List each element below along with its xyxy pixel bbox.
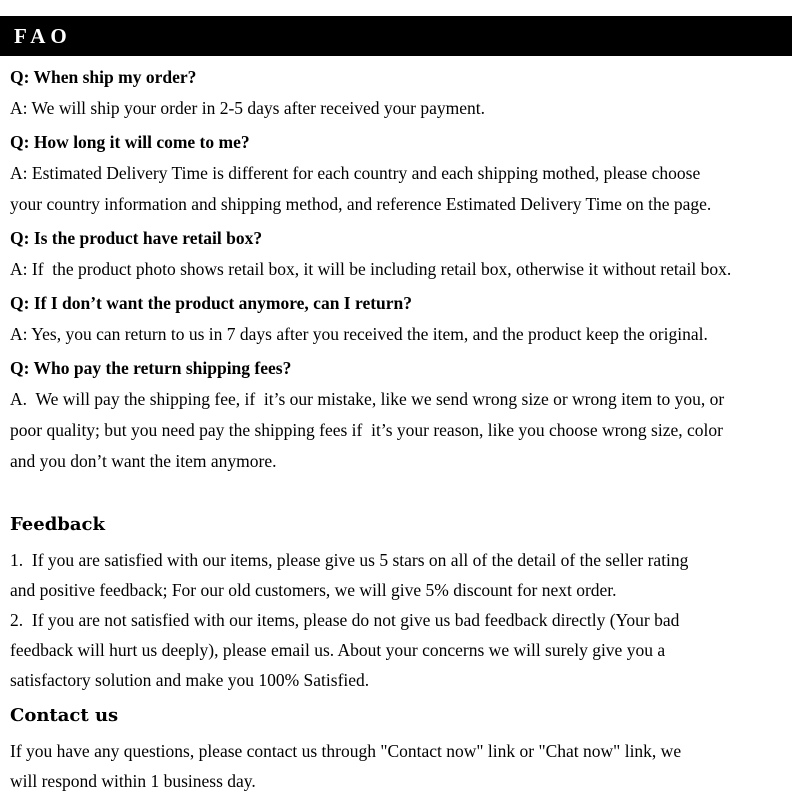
faq-answer-line: A: Yes, you can return to us in 7 days a… [10, 324, 708, 344]
faq-item: Q: Is the product have retail box? A: If… [10, 223, 792, 284]
contact-section: Contact us If you have any questions, pl… [10, 701, 792, 796]
faq-answer-line: your country information and shipping me… [10, 194, 712, 214]
page-title: FAO [14, 23, 72, 48]
feedback-line: and positive feedback; For our old custo… [10, 580, 617, 600]
faq-page: FAO Q: When ship my order? A: We will sh… [0, 0, 800, 791]
faq-question: Q: Who pay the return shipping fees? [10, 358, 292, 378]
feedback-line: feedback will hurt us deeply), please em… [10, 640, 666, 660]
faq-item: Q: How long it will come to me? A: Estim… [10, 127, 792, 219]
faq-answer-line: and you don’t want the item anymore. [10, 451, 277, 471]
feedback-section: Feedback 1. If you are satisfied with ou… [10, 510, 792, 695]
feedback-heading: Feedback [10, 514, 105, 535]
faq-question: Q: How long it will come to me? [10, 132, 250, 152]
faq-answer-line: A: We will ship your order in 2-5 days a… [10, 98, 486, 118]
faq-answer-line: poor quality; but you need pay the shipp… [10, 420, 723, 440]
feedback-line: satisfactory solution and make you 100% … [10, 670, 370, 690]
faq-question: Q: Is the product have retail box? [10, 228, 263, 248]
faq-question: Q: If I don’t want the product anymore, … [10, 293, 413, 313]
contact-line: If you have any questions, please contac… [10, 741, 682, 761]
page-header-bar: FAO [0, 16, 792, 56]
feedback-line: 2. If you are not satisfied with our ite… [10, 610, 680, 630]
faq-item: Q: Who pay the return shipping fees? A. … [10, 353, 792, 476]
faq-answer-line: A: Estimated Delivery Time is different … [10, 163, 701, 183]
faq-question: Q: When ship my order? [10, 67, 197, 87]
contact-line: will respond within 1 business day. [10, 771, 256, 791]
contact-heading: Contact us [10, 705, 119, 726]
feedback-line: 1. If you are satisfied with our items, … [10, 550, 689, 570]
faq-item: Q: When ship my order? A: We will ship y… [10, 62, 792, 123]
content-area: Q: When ship my order? A: We will ship y… [10, 62, 792, 796]
faq-answer-line: A. We will pay the shipping fee, if it’s… [10, 389, 725, 409]
faq-item: Q: If I don’t want the product anymore, … [10, 288, 792, 349]
faq-answer-line: A: If the product photo shows retail box… [10, 259, 732, 279]
